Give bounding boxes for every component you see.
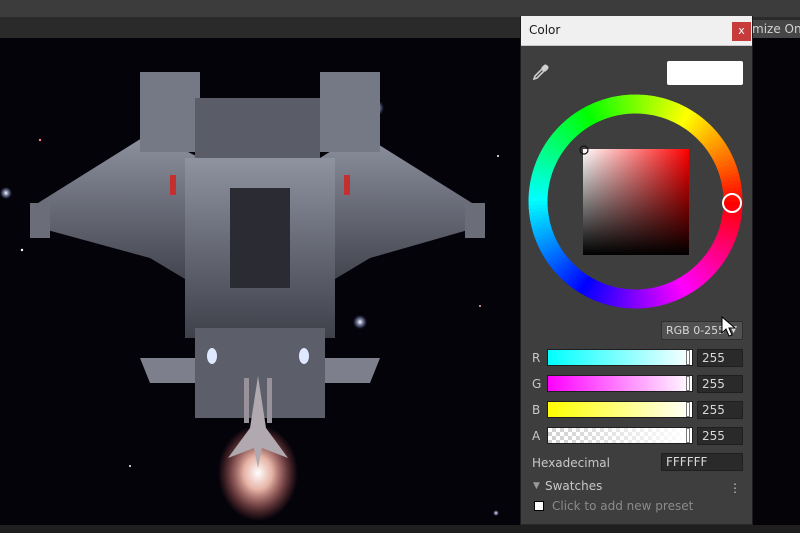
channel-label-r: R [532, 351, 541, 365]
slider-handle[interactable] [686, 350, 690, 365]
editor-bottom-bar [0, 525, 800, 533]
color-preview-swatch [667, 61, 743, 85]
hue-ring-and-sv-square[interactable] [528, 94, 743, 309]
channel-label-a: A [532, 429, 541, 443]
slider-handle[interactable] [686, 376, 690, 391]
red-slider[interactable] [547, 349, 693, 366]
channel-label-g: G [532, 377, 542, 391]
alpha-value-field[interactable]: 255 [697, 427, 743, 445]
kebab-menu-icon[interactable]: ⋮ [729, 482, 741, 494]
blue-slider[interactable] [547, 401, 693, 418]
eyedropper-icon [532, 64, 549, 81]
spaceship-scene-image [0, 72, 499, 521]
window-title: Color [529, 23, 561, 37]
add-preset-hint[interactable]: Click to add new preset [552, 498, 693, 514]
green-slider[interactable] [547, 375, 693, 392]
swatches-foldout[interactable]: Swatches [545, 478, 602, 494]
slider-handle[interactable] [686, 402, 690, 417]
color-wheel[interactable] [528, 94, 743, 309]
alpha-slider[interactable] [547, 427, 693, 444]
editor-top-bar [0, 0, 800, 17]
game-view[interactable] [0, 38, 520, 525]
new-preset-swatch[interactable] [534, 501, 544, 511]
window-titlebar[interactable]: Color x [521, 16, 752, 46]
blue-value-field[interactable]: 255 [697, 401, 743, 419]
collapse-triangle-icon[interactable]: ▼ [533, 479, 540, 493]
close-icon: x [738, 24, 745, 37]
green-value-field[interactable]: 255 [697, 375, 743, 393]
color-picker-window: Color x RGB 0-255 ▼ R 255 G 255 B 255 A … [520, 16, 753, 524]
hex-label: Hexadecimal [532, 456, 610, 470]
red-value-field[interactable]: 255 [697, 349, 743, 367]
maximize-on-play-toggle[interactable]: mize On [752, 20, 800, 38]
channel-label-b: B [532, 403, 541, 417]
eyedropper-button[interactable] [531, 62, 551, 82]
scene-background-strip [753, 38, 800, 525]
mouse-cursor-icon [721, 316, 737, 337]
slider-handle[interactable] [686, 428, 690, 443]
close-button[interactable]: x [732, 22, 751, 41]
hex-input[interactable]: FFFFFF [661, 453, 743, 471]
color-mode-label: RGB 0-255 [666, 324, 726, 337]
